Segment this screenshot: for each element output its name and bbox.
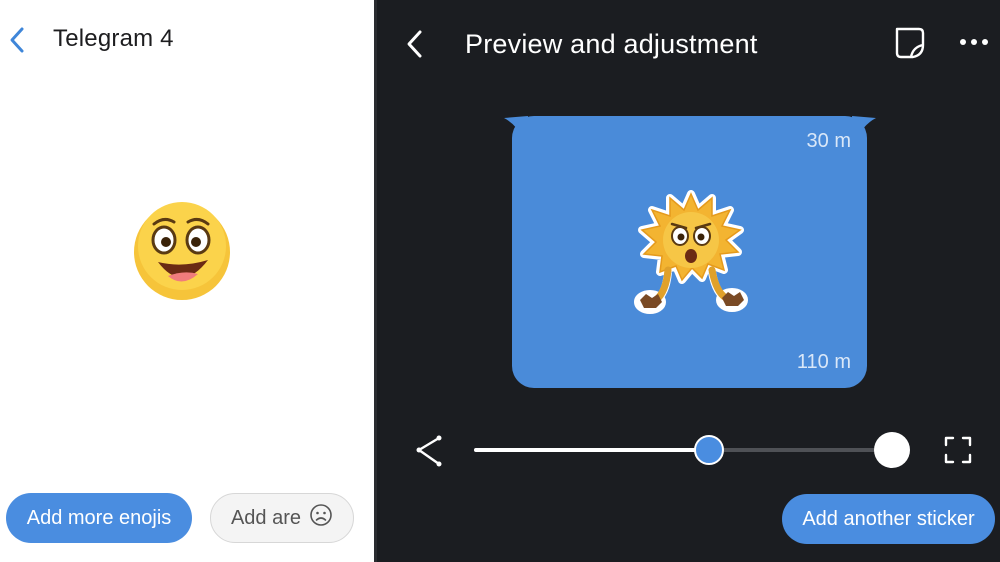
sticker-preview-icon[interactable] xyxy=(632,190,750,318)
add-more-emojis-button[interactable]: Add more enojis xyxy=(6,493,192,543)
right-panel: Preview and adjustment 30 m 110 m Add an… xyxy=(377,0,1000,562)
fullscreen-icon[interactable] xyxy=(944,436,972,464)
back-chevron-icon[interactable] xyxy=(403,28,427,60)
more-options-icon[interactable] xyxy=(957,30,991,54)
grinning-face-emoji-icon[interactable] xyxy=(128,198,236,306)
size-slider-fill xyxy=(474,448,709,452)
add-another-sticker-button[interactable]: Add another sticker xyxy=(782,494,995,544)
chat-title: Telegram 4 xyxy=(53,25,174,52)
bubble-top-timestamp: 30 m xyxy=(806,130,851,152)
message-bubble-preview: 30 m 110 m xyxy=(502,112,878,390)
size-slider-track[interactable] xyxy=(474,448,894,452)
slider-end-thumb[interactable] xyxy=(874,432,910,468)
message-bubble: 30 m 110 m xyxy=(512,116,867,388)
share-icon[interactable] xyxy=(415,434,445,468)
bubble-bottom-timestamp: 110 m xyxy=(796,351,851,373)
size-slider-thumb[interactable] xyxy=(694,435,724,465)
back-chevron-icon[interactable] xyxy=(6,24,30,56)
page-title: Preview and adjustment xyxy=(465,29,758,59)
add-are-button[interactable]: Add are xyxy=(210,493,354,543)
sticker-icon[interactable] xyxy=(891,25,931,63)
left-panel: Telegram 4 Add more enojis Add are xyxy=(0,0,376,562)
add-are-label: Add are xyxy=(230,506,302,529)
sad-face-icon xyxy=(309,503,333,533)
